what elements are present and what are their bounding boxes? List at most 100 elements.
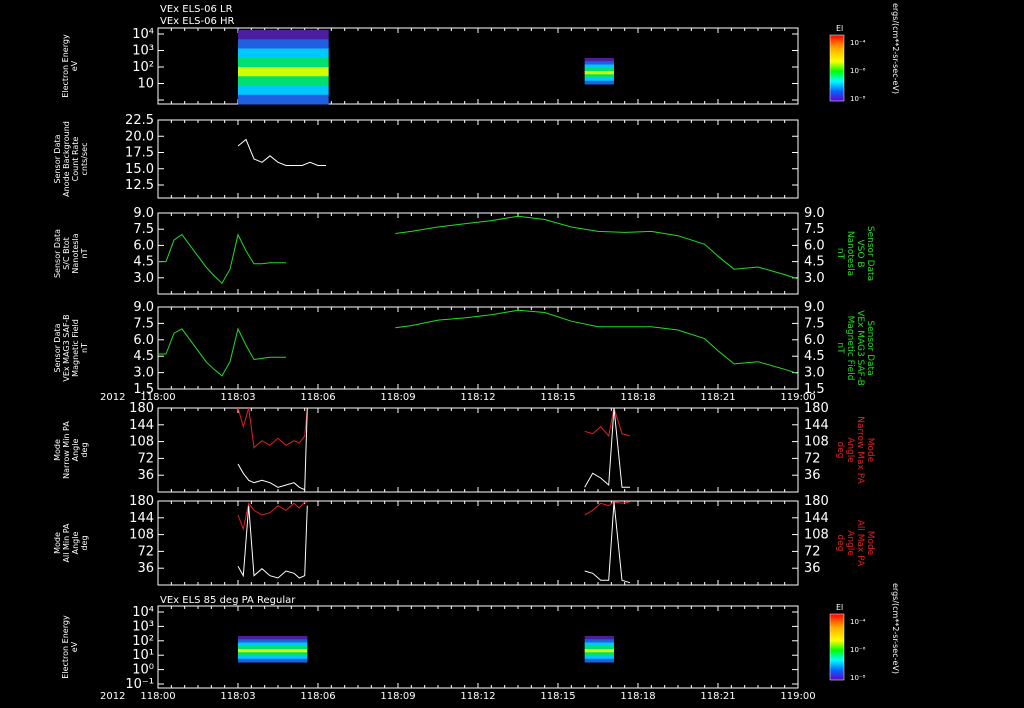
y-tick-label-right: 9.0 bbox=[804, 206, 825, 221]
spectrogram-band bbox=[584, 61, 614, 65]
y-tick-label: 20.0 bbox=[125, 129, 154, 144]
panel-2: 22.520.0 17.515.012.5 Sensor DataAnode Bac… bbox=[53, 113, 799, 199]
y-tick-label: 10³ bbox=[132, 44, 154, 59]
x-tick-label: 118:21 bbox=[700, 691, 735, 702]
y-tick-label: 72 bbox=[137, 451, 154, 466]
spectrogram-band bbox=[238, 67, 329, 77]
y-axis-label-line: cnts/sec bbox=[80, 143, 89, 176]
y-axis-label-line: Sensor Data bbox=[53, 229, 62, 278]
panel-5: 180 180144 144108 10872 7236 36ModeNarrow Min… bbox=[53, 401, 875, 493]
spectrogram-band bbox=[584, 652, 614, 656]
x-tick-label: 118:03 bbox=[220, 392, 255, 403]
panel-1: 10⁴ 10³10² 10 Electron EnergyeV bbox=[61, 27, 799, 105]
y-axis-label-line: Angle bbox=[71, 532, 80, 555]
y-axis-label-right-line: VEx MAG3 SAF-B bbox=[855, 310, 865, 386]
y-tick-label-right: 72 bbox=[804, 544, 821, 559]
y-tick-label: 108 bbox=[129, 528, 154, 543]
y-axis-label-line: Anode Background bbox=[62, 121, 71, 197]
x-tick-label: 118:21 bbox=[700, 392, 735, 403]
y-tick-label-right: 108 bbox=[804, 528, 829, 543]
spectrogram-band bbox=[238, 652, 308, 656]
spectrogram-band bbox=[584, 77, 614, 82]
colorbar-top-unit: ergs/(cm**2-sr-sec-eV) bbox=[891, 3, 900, 94]
y-tick-label-right: 7.5 bbox=[804, 222, 825, 237]
y-axis-label-right-line: Mode bbox=[865, 531, 875, 556]
x-tick-label: 118:06 bbox=[300, 691, 335, 702]
spectrogram-band bbox=[584, 642, 614, 647]
y-tick-label: 7.5 bbox=[133, 316, 154, 331]
series-line bbox=[237, 407, 308, 449]
year-label: 2012 bbox=[100, 392, 125, 403]
spectrogram-band bbox=[238, 30, 329, 40]
y-axis-label-line: Sensor Data bbox=[53, 134, 62, 183]
y-axis-label-line: nT bbox=[80, 248, 89, 258]
colorbar-top-gradient bbox=[829, 34, 845, 102]
title-lr: VEx ELS-06 LR bbox=[160, 4, 233, 15]
panel-3: 9.0 9.07.5 7.56.0 6.04.5 4.53.0 3.0Sensor Dat… bbox=[53, 206, 875, 295]
spectrogram-band bbox=[584, 67, 614, 72]
y-axis-label-line: nT bbox=[80, 343, 89, 353]
y-tick-label-right: 4.5 bbox=[804, 255, 825, 270]
spectrogram-band bbox=[238, 645, 308, 650]
spectrogram-band bbox=[584, 80, 614, 85]
y-axis-label-right-line: deg bbox=[835, 535, 845, 552]
y-tick-label: 6.0 bbox=[133, 238, 154, 253]
y-tick-label: 10² bbox=[132, 60, 154, 75]
y-axis-label-line: deg bbox=[80, 442, 89, 457]
x-tick-label: 118:09 bbox=[380, 691, 415, 702]
spectrogram-band bbox=[238, 94, 329, 105]
y-axis-label-line: Angle bbox=[71, 439, 80, 462]
y-axis-label-right-line: Angle bbox=[845, 437, 855, 463]
y-tick-label: 144 bbox=[129, 511, 154, 526]
y-tick-label: 4.5 bbox=[133, 255, 154, 270]
series-line bbox=[237, 407, 308, 491]
spectrogram-band bbox=[238, 39, 329, 49]
y-tick-label: 3.0 bbox=[133, 271, 154, 286]
x-tick-label: 118:18 bbox=[620, 392, 655, 403]
spectrogram-band bbox=[584, 649, 614, 653]
y-tick-label: 10⁴ bbox=[132, 27, 154, 42]
spectrogram-band bbox=[584, 636, 614, 640]
y-axis-label: Sensor DataVEx MAG3 SAF-BMagnetic Fieldn… bbox=[53, 314, 89, 381]
y-axis-label-right-line: nT bbox=[835, 248, 845, 260]
spectrogram-band bbox=[584, 64, 614, 69]
x-tick-label: 119:00 bbox=[780, 691, 815, 702]
y-axis-label-right-line: Mode bbox=[865, 438, 875, 463]
spectrogram-band bbox=[238, 655, 308, 660]
y-tick-label: 9.0 bbox=[133, 300, 154, 315]
x-tick-label: 118:15 bbox=[540, 691, 575, 702]
y-tick-label-right: 144 bbox=[804, 418, 829, 433]
y-tick-label: 36 bbox=[137, 468, 154, 483]
y-tick-label: 10⁰ bbox=[132, 663, 154, 678]
y-axis-label-right: ModeAll Max PAAngledeg bbox=[835, 520, 875, 567]
y-tick-label: 3.0 bbox=[133, 366, 154, 381]
x-tick-label: 118:15 bbox=[540, 392, 575, 403]
colorbar-top-tick: 10⁻⁸ bbox=[850, 95, 866, 103]
spectrogram-band bbox=[584, 655, 614, 660]
spectrogram-band bbox=[584, 658, 614, 663]
y-tick-label: 36 bbox=[137, 561, 154, 576]
y-tick-label-right: 180 bbox=[804, 494, 829, 509]
y-tick-label: 10³ bbox=[132, 619, 154, 634]
y-tick-label-right: 108 bbox=[804, 435, 829, 450]
y-axis-label-right-line: Sensor Data bbox=[865, 226, 875, 281]
y-axis-label-line: Mode bbox=[53, 532, 62, 554]
colorbar-top-tick: 10⁻⁶ bbox=[850, 67, 866, 75]
colorbar-top: El 10⁻⁴ 10⁻⁶ 10⁻⁸ ergs/(cm**2-sr-sec-eV) bbox=[829, 3, 900, 103]
panel-4: 9.0 9.07.5 7.56.0 6.04.5 4.53.0 3.01.5 1.5Sens… bbox=[53, 300, 875, 397]
y-tick-label: 17.5 bbox=[125, 146, 154, 161]
y-axis-label-right-line: Narrow Max PA bbox=[855, 416, 865, 484]
series-line bbox=[584, 501, 631, 516]
y-tick-label: 9.0 bbox=[133, 206, 154, 221]
y-tick-label-right: 36 bbox=[804, 468, 821, 483]
colorbar-bottom: El 10⁻⁴ 10⁻⁶ 10⁻⁸ ergs/(cm**2-sr-sec-eV) bbox=[829, 583, 900, 682]
y-tick-label-right: 3.0 bbox=[804, 271, 825, 286]
y-tick-label: 22.5 bbox=[125, 113, 154, 128]
y-tick-label: 10⁴ bbox=[132, 605, 154, 620]
x-tick-label: 118:12 bbox=[460, 392, 495, 403]
y-axis-label-line: All Min PA bbox=[62, 523, 71, 563]
y-axis-label-line: Magnetic Field bbox=[71, 319, 80, 377]
y-tick-label-right: 144 bbox=[804, 511, 829, 526]
colorbar-bottom-title: El bbox=[836, 603, 843, 612]
x-tick-label: 118:00 bbox=[140, 691, 175, 702]
